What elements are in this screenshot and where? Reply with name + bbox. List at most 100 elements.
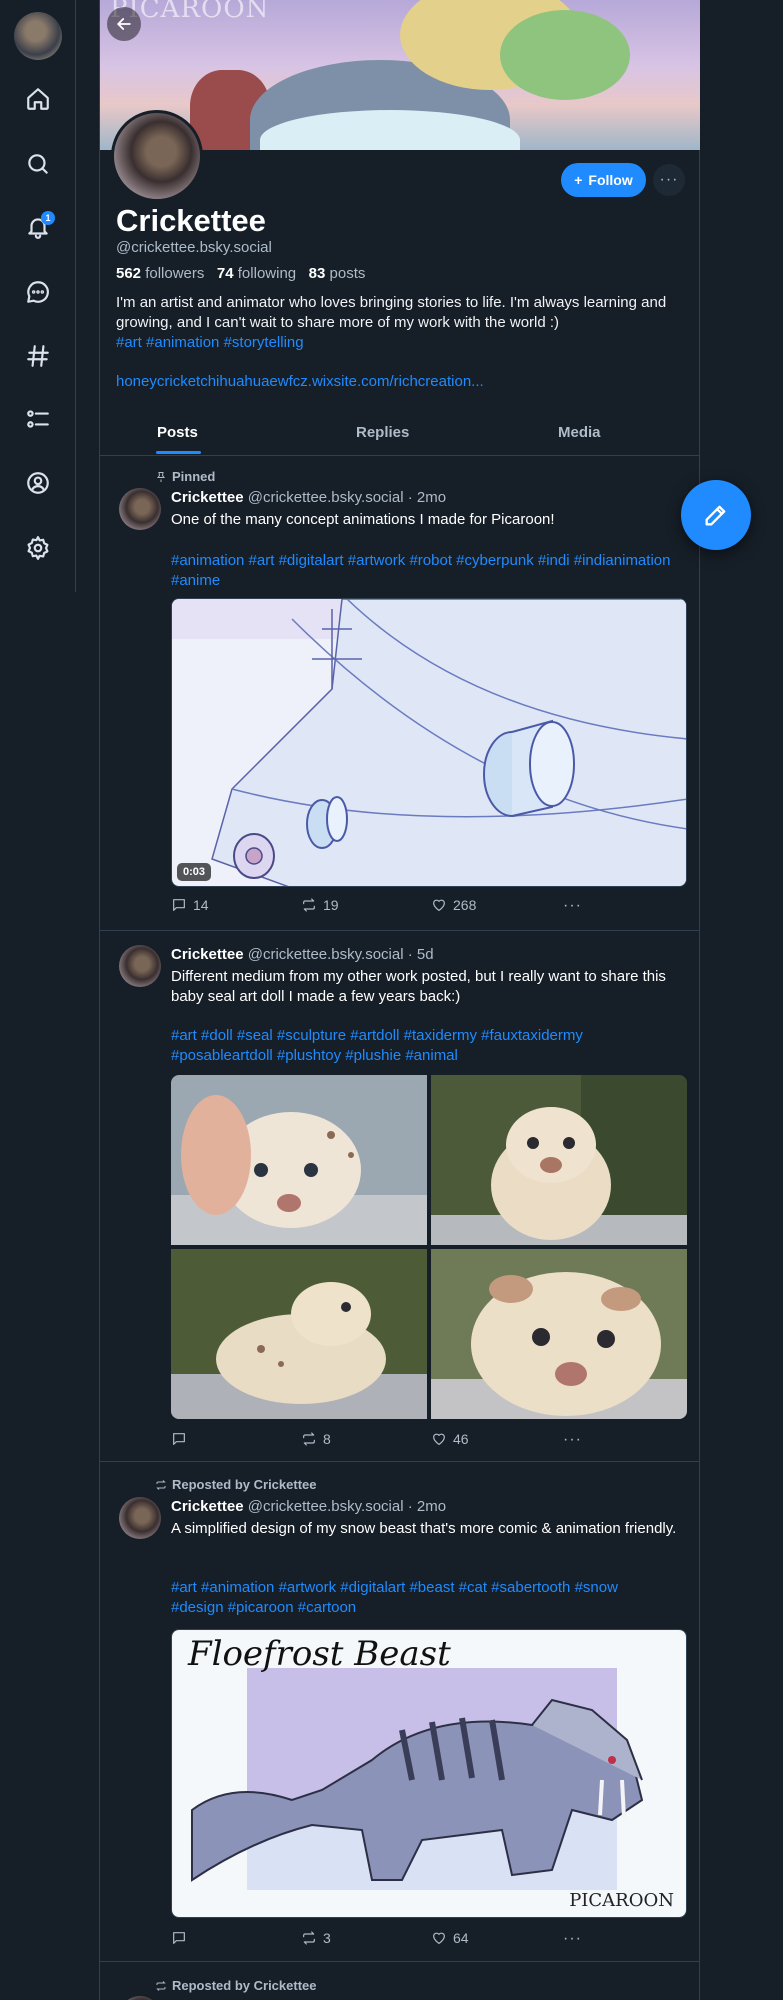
repost-indicator[interactable]: Reposted by Crickettee: [155, 1978, 317, 1993]
profile-more-options-button[interactable]: ···: [653, 164, 685, 196]
heart-icon: [433, 899, 445, 911]
reply-button[interactable]: 14: [171, 897, 209, 913]
ellipsis-icon: ···: [563, 897, 582, 914]
like-button[interactable]: 64: [431, 1930, 469, 1946]
profile-bio: I'm an artist and animator who loves bri…: [116, 293, 686, 353]
heart-icon: [433, 1433, 445, 1445]
settings-gear-icon[interactable]: [22, 532, 54, 564]
feed-post[interactable]: Pinned Crickettee @crickettee.bsky.socia…: [100, 456, 700, 931]
reply-button[interactable]: [171, 1431, 193, 1447]
profile-stats: 562 followers 74 following 83 posts: [116, 265, 365, 282]
profile-icon[interactable]: [22, 467, 54, 499]
feed-post[interactable]: Crickettee @crickettee.bsky.social · 5d …: [100, 931, 700, 1462]
like-button[interactable]: 46: [431, 1431, 469, 1447]
repost-button[interactable]: 3: [301, 1930, 331, 1946]
post-handle-time[interactable]: @crickettee.bsky.social · 2mo: [248, 1498, 446, 1515]
ellipsis-icon: ···: [563, 1930, 582, 1947]
current-user-avatar[interactable]: [14, 12, 62, 60]
post-hashtags[interactable]: #animation #art #digitalart #artwork #ro…: [171, 551, 671, 591]
image-signature-text: PICAROON: [569, 1890, 674, 1911]
notifications-bell-icon[interactable]: 1: [22, 211, 55, 243]
lists-icon[interactable]: [22, 403, 54, 435]
reply-icon: [173, 1932, 185, 1944]
bio-hashtags[interactable]: #art #animation #storytelling: [116, 334, 304, 351]
post-author-avatar[interactable]: [119, 945, 161, 987]
pin-icon: [157, 471, 165, 482]
post-header[interactable]: Crickettee @crickettee.bsky.social · 2mo: [171, 489, 446, 506]
feed-post[interactable]: Reposted by Crickettee Crickettee @crick…: [100, 1462, 700, 1962]
compose-post-button[interactable]: [681, 480, 751, 550]
repost-button[interactable]: 8: [301, 1431, 331, 1447]
back-button[interactable]: [107, 7, 141, 41]
post-video[interactable]: 0:03: [171, 598, 687, 887]
post-header[interactable]: Crickettee @crickettee.bsky.social · 5d: [171, 946, 434, 963]
bio-text: I'm an artist and animator who loves bri…: [116, 294, 667, 331]
post-image-floefrost-beast[interactable]: Floefrost Beast PICAROON: [171, 1629, 687, 1918]
post-actions: 8 46 ···: [171, 1431, 591, 1451]
post-author-name[interactable]: Crickettee: [171, 489, 244, 506]
back-arrow-icon: [117, 18, 131, 30]
post-author-avatar[interactable]: [119, 1497, 161, 1539]
reply-icon: [173, 1433, 185, 1445]
follow-label: Follow: [588, 172, 633, 188]
post-hashtags[interactable]: #art #doll #seal #sculpture #artdoll #ta…: [171, 1026, 671, 1066]
profile-tabs: Posts Replies Media: [100, 414, 700, 456]
post-actions: 3 64 ···: [171, 1930, 591, 1950]
posts-stat: 83 posts: [308, 265, 366, 282]
heart-icon: [433, 1932, 445, 1944]
followers-stat[interactable]: 562 followers: [116, 265, 204, 282]
feed-post[interactable]: Reposted by Crickettee: [100, 1962, 700, 2000]
follow-button[interactable]: + Follow: [561, 163, 646, 197]
like-button[interactable]: 268: [431, 897, 476, 913]
reply-button[interactable]: [171, 1930, 193, 1946]
post-image-seal-4[interactable]: [431, 1249, 687, 1419]
profile-website-link[interactable]: honeycricketchihuahuaewfcz.wixsite.com/r…: [116, 373, 484, 390]
post-author-avatar[interactable]: [119, 1996, 161, 2000]
profile-handle: @crickettee.bsky.social: [116, 239, 272, 256]
repost-indicator[interactable]: Reposted by Crickettee: [155, 1477, 317, 1492]
tab-posts[interactable]: Posts: [157, 424, 198, 441]
following-stat[interactable]: 74 following: [217, 265, 296, 282]
post-handle-time[interactable]: @crickettee.bsky.social · 5d: [248, 946, 434, 963]
tab-replies[interactable]: Replies: [356, 424, 409, 441]
image-title-text: Floefrost Beast: [188, 1634, 451, 1674]
post-author-avatar[interactable]: [119, 488, 161, 530]
post-author-name[interactable]: Crickettee: [171, 1498, 244, 1515]
post-text: A simplified design of my snow beast tha…: [171, 1520, 677, 1537]
profile-avatar[interactable]: [111, 110, 203, 202]
home-icon[interactable]: [22, 83, 54, 115]
reply-icon: [173, 899, 185, 911]
left-sidebar: 1: [0, 0, 76, 592]
video-duration: 0:03: [177, 863, 212, 881]
chat-icon[interactable]: [22, 276, 54, 308]
post-image-seal-2[interactable]: [431, 1075, 687, 1245]
ellipsis-icon: ···: [563, 1431, 582, 1448]
profile-display-name: Crickettee: [116, 203, 266, 238]
repost-small-icon: [156, 1479, 166, 1490]
post-text: Different medium from my other work post…: [171, 968, 666, 1005]
post-actions: 14 19 268 ···: [171, 897, 591, 917]
hashtag-feeds-icon[interactable]: [22, 340, 54, 372]
search-icon[interactable]: [22, 148, 54, 180]
profile-main-column: PICAROON + Follow ··· Crickettee @cricke…: [99, 0, 700, 2000]
repost-icon: [303, 898, 315, 912]
post-handle-time[interactable]: @crickettee.bsky.social · 2mo: [248, 489, 446, 506]
pinned-indicator: Pinned: [155, 469, 215, 484]
post-image-seal-1[interactable]: [171, 1075, 427, 1245]
repost-small-icon: [156, 1980, 166, 1991]
tab-media[interactable]: Media: [558, 424, 601, 441]
post-more-button[interactable]: ···: [563, 1930, 582, 1948]
video-thumbnail-ship: [172, 599, 686, 886]
post-more-button[interactable]: ···: [563, 1431, 582, 1449]
repost-button[interactable]: 19: [301, 897, 339, 913]
post-hashtags[interactable]: #art #animation #artwork #digitalart #be…: [171, 1578, 671, 1618]
post-author-name[interactable]: Crickettee: [171, 946, 244, 963]
plus-icon: +: [574, 172, 583, 188]
repost-icon: [303, 1432, 315, 1446]
post-image-seal-3[interactable]: [171, 1249, 427, 1419]
active-tab-indicator: [156, 451, 201, 454]
post-more-button[interactable]: ···: [563, 897, 582, 915]
repost-icon: [303, 1931, 315, 1945]
post-header[interactable]: Crickettee @crickettee.bsky.social · 2mo: [171, 1498, 446, 1515]
compose-pencil-icon: [705, 505, 726, 526]
